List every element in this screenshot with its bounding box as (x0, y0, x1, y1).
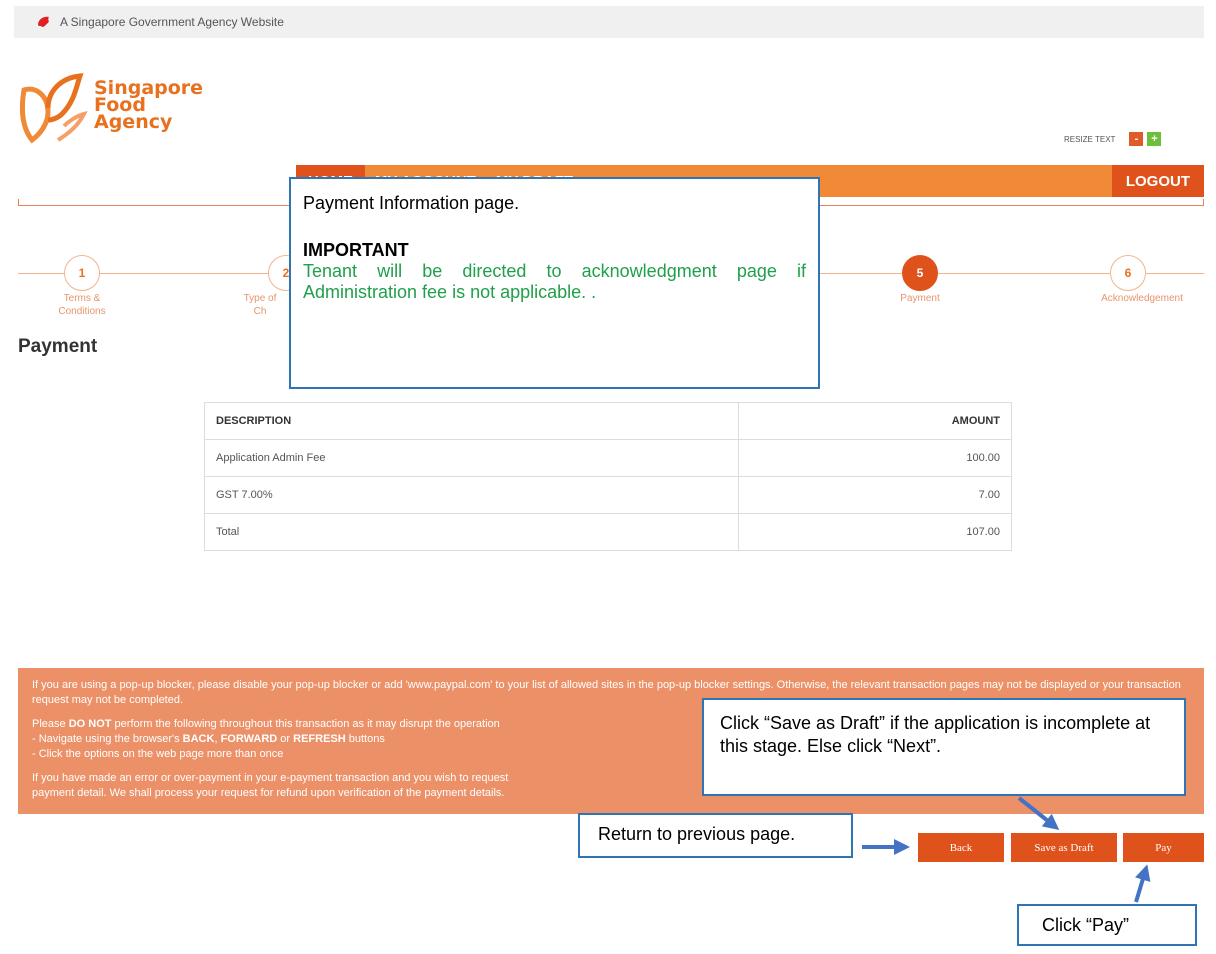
arrow-to-pay-icon (1134, 864, 1151, 903)
annotation-arrows (862, 796, 1151, 903)
arrow-to-draft-icon (1017, 796, 1060, 830)
